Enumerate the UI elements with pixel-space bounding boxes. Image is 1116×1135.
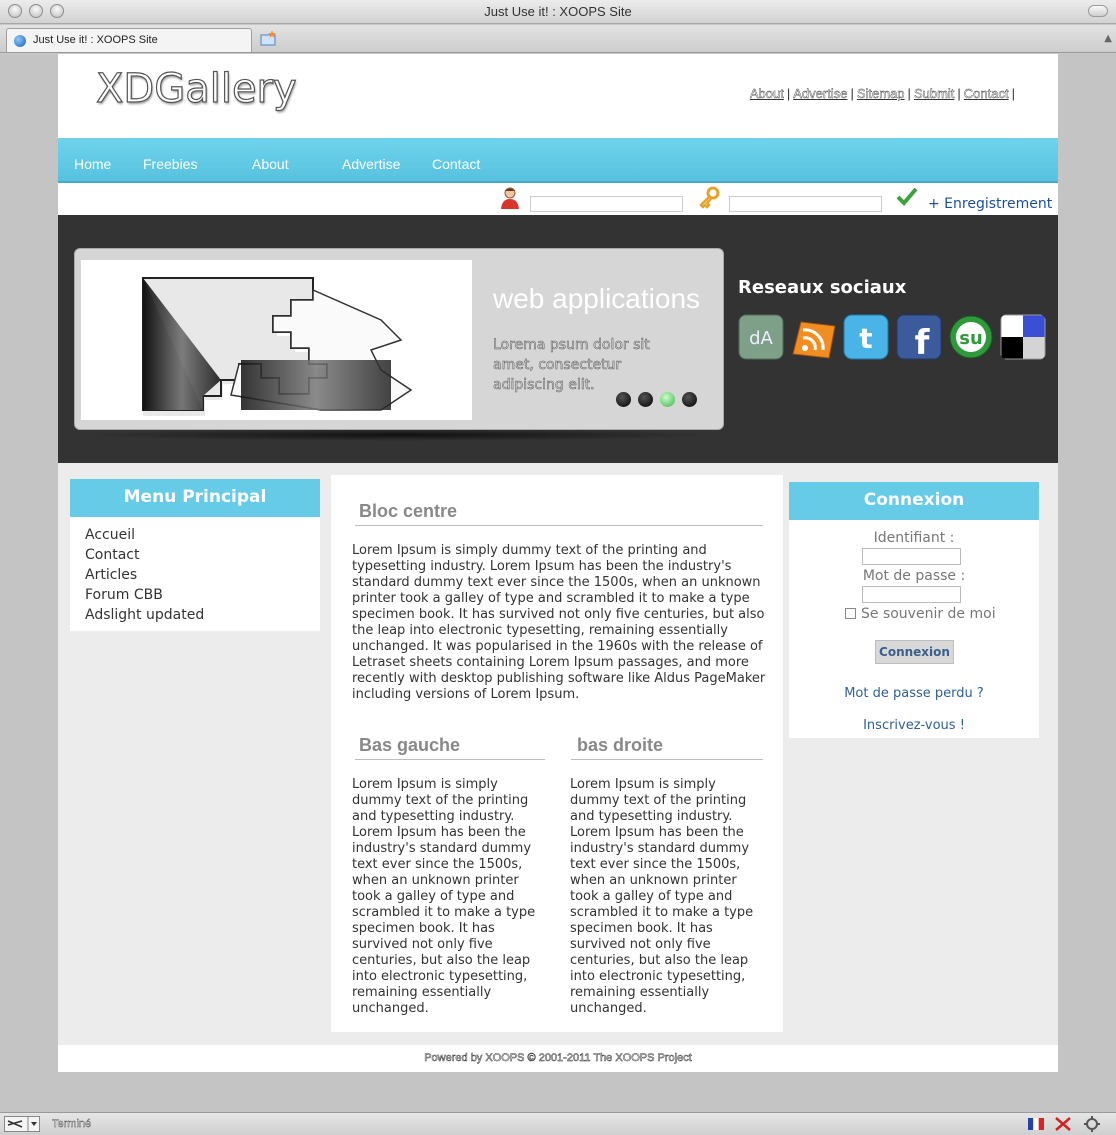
nav-home[interactable]: Home (74, 156, 111, 172)
login-title: Connexion (789, 482, 1039, 520)
status-text: Terminé (52, 1118, 92, 1130)
bas-droite-divider (571, 759, 763, 760)
quick-password-input[interactable] (729, 196, 882, 212)
bloc-centre-divider (355, 525, 763, 526)
bas-droite-title: bas droite (577, 735, 664, 755)
featured-slider: web applications Lorema psum dolor sit a… (74, 248, 724, 430)
top-links-trailing-separator: | (1011, 86, 1015, 101)
toolbar-toggle-button[interactable] (1088, 5, 1108, 17)
footer: Powered by XOOPS © 2001-2011 The XOOPS P… (58, 1045, 1058, 1072)
french-flag-icon[interactable] (1028, 1118, 1044, 1130)
top-link-advertise[interactable]: Advertise (793, 86, 848, 101)
remember-label: Se souvenir de moi (861, 606, 996, 622)
menu-item-forum[interactable]: Forum CBB (85, 585, 320, 605)
browser-viewport: XDGallery About | Advertise | Sitemap | Submit… (0, 54, 1116, 1112)
slider-shadow (82, 429, 716, 441)
nav-about[interactable]: About (252, 156, 289, 172)
delicious-icon[interactable] (1000, 314, 1046, 360)
main-content: Menu Principal Accueil Contact Articles … (58, 463, 1058, 1045)
bas-droite-text: Lorem Ipsum is simply dummy text of the … (570, 777, 754, 1016)
status-menu-icon[interactable] (4, 1116, 40, 1132)
social-title: Reseaux sociaux (738, 277, 907, 298)
window-title: Just Use it! : XOOPS Site (484, 4, 632, 19)
window-titlebar: Just Use it! : XOOPS Site (0, 0, 1116, 24)
facebook-icon[interactable]: f (896, 314, 942, 360)
lost-password-link[interactable]: Mot de passe perdu ? (789, 686, 1039, 701)
top-links: About | Advertise | Sitemap | Submit | Contact | (750, 86, 1018, 101)
menu-item-accueil[interactable]: Accueil (85, 525, 320, 545)
login-block: Connexion Identifiant : Mot de passe : S… (789, 482, 1039, 738)
svg-text:su: su (959, 328, 983, 349)
slide-title: web applications (493, 283, 701, 314)
login-button[interactable]: Connexion (875, 640, 954, 664)
identifiant-input[interactable] (862, 548, 961, 565)
main-nav: Home Freebies About Advertise Contact (58, 138, 1058, 183)
top-link-submit[interactable]: Submit (914, 86, 955, 101)
slider-dot-2[interactable] (638, 392, 653, 407)
menu-item-contact[interactable]: Contact (85, 545, 320, 565)
slider-dots (616, 392, 704, 411)
tab-bar: Just Use it! : XOOPS Site ▲ (0, 25, 1116, 53)
top-link-about[interactable]: About (750, 86, 784, 101)
addon-gear-icon[interactable] (1082, 1116, 1102, 1132)
quick-login-bar: + Enregistrement (58, 184, 1058, 215)
nav-freebies[interactable]: Freebies (143, 156, 197, 172)
web-page: XDGallery About | Advertise | Sitemap | Submit… (58, 54, 1058, 1072)
stumbleupon-icon[interactable]: su (948, 314, 994, 360)
svg-text:t: t (859, 322, 872, 355)
nav-contact[interactable]: Contact (432, 156, 480, 172)
identifiant-label: Identifiant : (873, 530, 955, 546)
deviantart-icon[interactable]: dA (738, 314, 784, 360)
menu-item-articles[interactable]: Articles (85, 565, 320, 585)
new-tab-icon[interactable] (260, 30, 278, 46)
tab-active[interactable]: Just Use it! : XOOPS Site (6, 28, 252, 52)
register-link[interactable]: + Enregistrement (928, 196, 1052, 212)
svg-text:f: f (915, 323, 931, 360)
rss-icon[interactable] (791, 314, 837, 360)
stop-icon[interactable] (1054, 1116, 1072, 1132)
slider-dot-1[interactable] (616, 392, 631, 407)
password-input[interactable] (862, 586, 961, 603)
bloc-centre-title: Bloc centre (359, 501, 458, 521)
checkmark-icon[interactable] (896, 186, 918, 208)
password-label: Mot de passe : (862, 568, 966, 584)
cursor-arrow-image (142, 277, 413, 416)
slide-text: Lorema psum dolor sit amet, consectetur … (493, 337, 650, 394)
banner: web applications Lorema psum dolor sit a… (58, 215, 1058, 463)
center-block: Bloc centre Lorem Ipsum is simply dummy … (331, 475, 783, 1032)
svg-text:dA: dA (749, 328, 773, 349)
bas-gauche-text: Lorem Ipsum is simply dummy text of the … (352, 777, 536, 1016)
main-menu-block: Menu Principal Accueil Contact Articles … (70, 479, 320, 631)
quick-username-input[interactable] (530, 196, 683, 212)
bas-gauche-divider (355, 759, 545, 760)
top-link-contact[interactable]: Contact (964, 86, 1009, 101)
bloc-centre-text: Lorem Ipsum is simply dummy text of the … (352, 543, 766, 702)
remember-checkbox[interactable] (845, 608, 856, 619)
tab-list-arrow-icon[interactable]: ▲ (1104, 33, 1112, 44)
top-link-sitemap[interactable]: Sitemap (857, 86, 905, 101)
twitter-icon[interactable]: t (843, 314, 889, 360)
slider-dot-3[interactable] (660, 392, 675, 407)
nav-advertise[interactable]: Advertise (342, 156, 400, 172)
menu-item-adslight[interactable]: Adslight updated (85, 605, 320, 625)
status-bar: Terminé (0, 1112, 1116, 1135)
slide-image[interactable] (81, 260, 472, 420)
slider-dot-4[interactable] (682, 392, 697, 407)
site-logo[interactable]: XDGallery (95, 65, 297, 112)
bas-gauche-title: Bas gauche (359, 735, 461, 755)
user-icon (501, 187, 519, 209)
tab-label: Just Use it! : XOOPS Site (33, 34, 158, 46)
key-icon (699, 186, 720, 209)
main-menu-title: Menu Principal (70, 479, 320, 517)
site-favicon-icon (14, 35, 26, 47)
register-link-block[interactable]: Inscrivez-vous ! (789, 718, 1039, 733)
